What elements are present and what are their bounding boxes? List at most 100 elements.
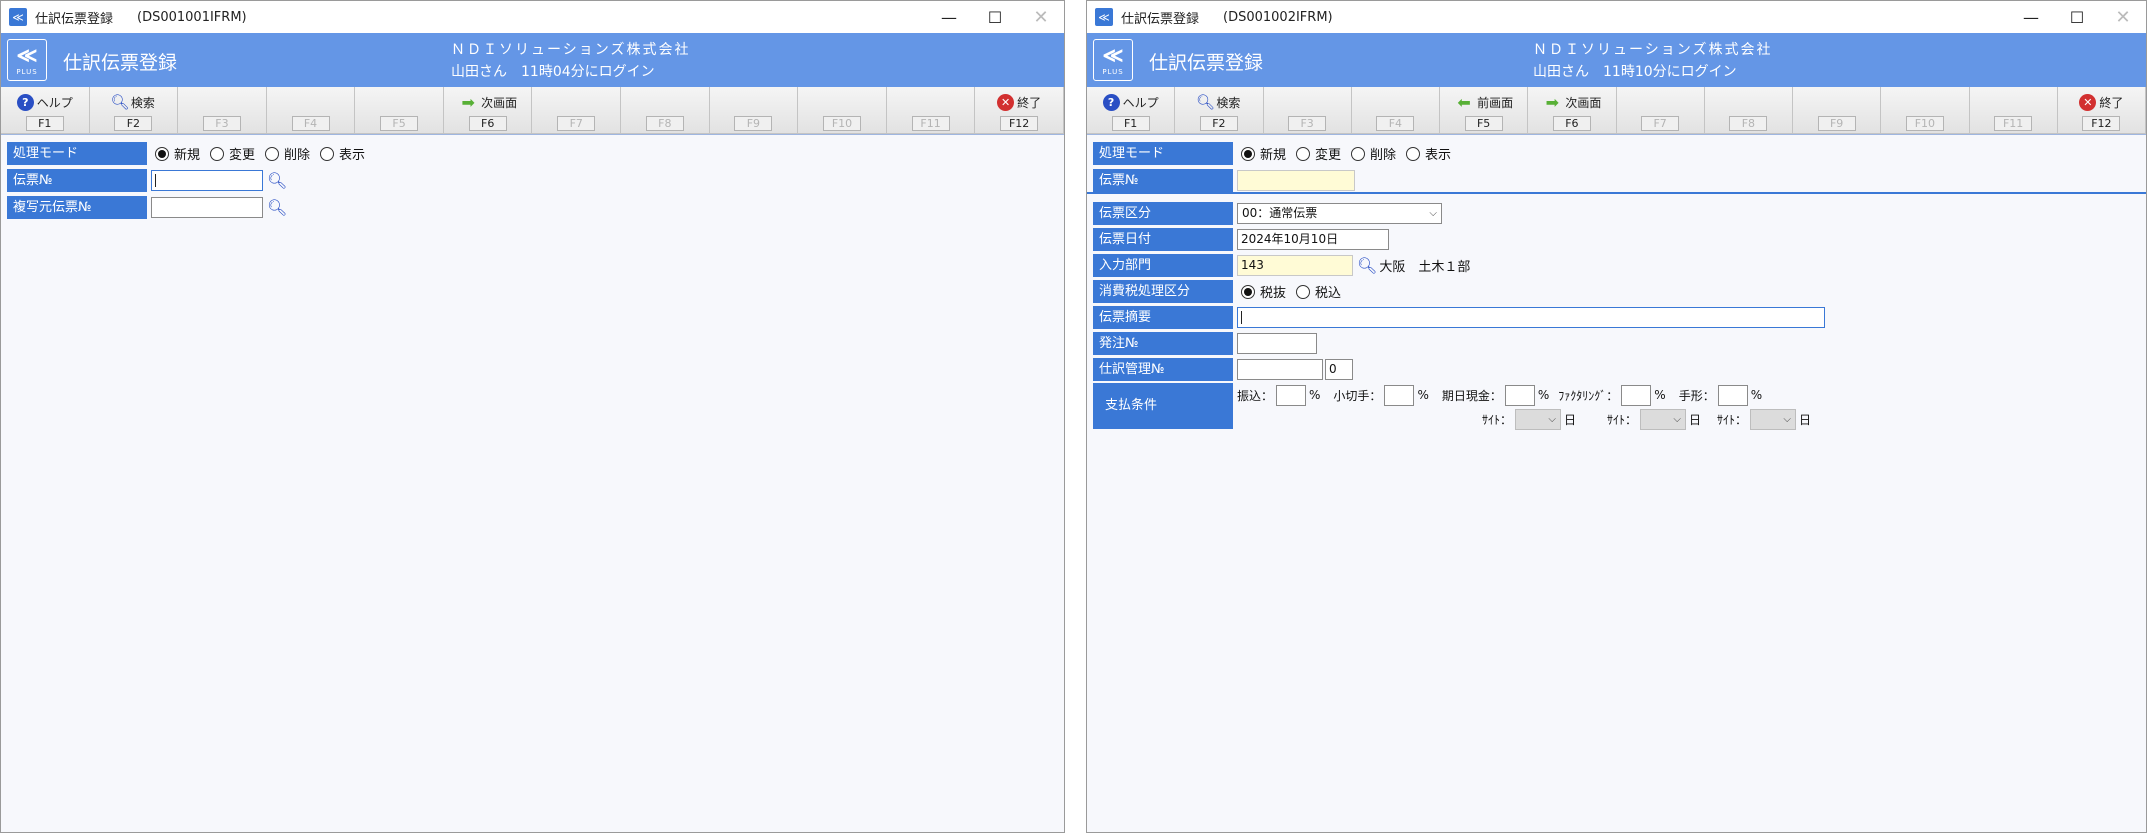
f10-button[interactable]: F10 [798,87,887,134]
tax-inclusive-label: 税込 [1315,286,1342,301]
f1-help-button[interactable]: ? ヘルプ F1 [1087,87,1176,134]
factoring-site-select[interactable]: ⌵ [1640,408,1687,430]
journal-mgmt-sub-input[interactable]: 0 [1325,359,1353,380]
f1-label: ヘルプ [36,95,73,110]
mode-radio-change[interactable]: 変更 [1296,144,1341,163]
voucher-no-input[interactable] [151,170,263,191]
f1-key: F1 [25,116,64,131]
maximize-button[interactable]: ☐ [2054,1,2100,33]
title-bar: ≪ 仕訳伝票登録 (DS001001IFRM) — ☐ ✕ [1,1,1064,33]
f5-button[interactable]: F5 [355,87,444,134]
f9-button[interactable]: F9 [1793,87,1882,134]
f12-label: 終了 [2099,95,2124,110]
cash-site-select[interactable]: ⌵ [1515,408,1562,430]
mode-label: 処理モード [7,142,147,165]
voucher-no-search-icon[interactable]: 🔍︎ [267,171,287,190]
f5-key: F5 [1464,116,1503,131]
f11-button[interactable]: F11 [1969,87,2058,134]
f2-label: 検索 [130,95,155,110]
f12-exit-button[interactable]: ✕ 終了 F12 [2057,87,2146,134]
mode-radio-view[interactable]: 表示 [1406,144,1451,163]
voucher-type-label: 伝票区分 [1093,202,1233,225]
cash-on-due-percent-unit: % [1537,388,1550,402]
company-name: ＮＤＩソリューションズ株式会社 [1533,42,1773,58]
function-key-bar: ? ヘルプ F1 🔍︎ 検索 F2 F3 F4 F5 ➡ 次画面 F6 F7 F8 F… [1,87,1064,135]
f2-search-button[interactable]: 🔍︎ 検索 F2 [1175,87,1264,134]
f8-key: F8 [1729,116,1768,131]
f11-key: F11 [911,116,950,131]
maximize-button[interactable]: ☐ [972,1,1018,33]
f6-next-screen-button[interactable]: ➡ 次画面 F6 [1528,87,1617,134]
function-key-bar: ? ヘルプ F1 🔍︎ 検索 F2 F3 F4 ⬅ 前画面 F5 ➡ 次画面 F6 F7… [1087,87,2146,135]
minimize-button[interactable]: — [926,1,972,33]
f8-button[interactable]: F8 [1704,87,1793,134]
f4-button[interactable]: F4 [266,87,356,134]
minimize-button[interactable]: — [2008,1,2054,33]
window-voucher-entry-1: ≪ 仕訳伝票登録 (DS001001IFRM) — ☐ ✕ ≪ PLUS 仕訳伝票… [0,0,1065,833]
cash-on-due-percent-input[interactable] [1504,384,1535,406]
f4-button[interactable]: F4 [1351,87,1440,134]
cash-site-label: ｻｲﾄ： [1482,412,1513,427]
mode-view-label: 表示 [1425,148,1452,163]
cash-on-due-label: 期日現金： [1441,388,1502,403]
mode-new-label: 新規 [1260,148,1287,163]
f3-button[interactable]: F3 [178,87,267,134]
bill-site-select[interactable]: ⌵ [1750,408,1797,430]
copy-source-search-icon[interactable]: 🔍︎ [267,198,287,217]
f6-label: 次画面 [1565,95,1602,110]
search-icon: 🔍︎ [110,93,130,111]
close-button[interactable]: ✕ [1018,1,1064,33]
f4-key: F4 [1376,116,1415,131]
page-title: 仕訳伝票登録 [63,52,178,74]
mode-radio-delete[interactable]: 削除 [1351,144,1396,163]
chevron-down-icon: ⌵ [1783,413,1792,425]
f1-label: ヘルプ [1122,95,1159,110]
dept-code-input[interactable]: 143 [1237,255,1353,276]
f3-button[interactable]: F3 [1263,87,1352,134]
help-icon: ? [1102,93,1120,111]
mode-radio-view[interactable]: 表示 [320,144,365,163]
f5-prev-screen-button[interactable]: ⬅ 前画面 F5 [1440,87,1529,134]
login-info: 山田さん 11時10分にログイン [1533,64,1737,80]
voucher-type-select[interactable]: 00：通常伝票 ⌵ [1237,203,1442,224]
dept-search-icon[interactable]: 🔍︎ [1357,256,1377,275]
voucher-date-label: 伝票日付 [1093,228,1233,251]
f12-key: F12 [2082,116,2121,131]
tax-radio-inclusive[interactable]: 税込 [1296,282,1341,301]
chevron-down-icon: ⌵ [1673,413,1682,425]
f8-button[interactable]: F8 [621,87,710,134]
f1-help-button[interactable]: ? ヘルプ F1 [1,87,90,134]
page-title: 仕訳伝票登録 [1149,52,1264,74]
payment-label: 支払条件 [1093,383,1233,429]
next-arrow-icon: ➡ [1545,92,1560,112]
voucher-date-input[interactable]: 2024年10月10日 [1237,229,1389,250]
f11-button[interactable]: F11 [886,87,976,134]
mode-radio-change[interactable]: 変更 [210,144,255,163]
factoring-percent-input[interactable] [1621,384,1652,406]
f12-exit-button[interactable]: ✕ 終了 F12 [975,87,1064,134]
f1-key: F1 [1111,116,1150,131]
check-percent-input[interactable] [1384,384,1415,406]
f6-next-screen-button[interactable]: ➡ 次画面 F6 [443,87,533,134]
copy-source-input[interactable] [151,197,263,218]
f7-button[interactable]: F7 [1616,87,1705,134]
logo: ≪ PLUS [7,39,47,81]
tax-radio-exclusive[interactable]: 税抜 [1241,282,1286,301]
f10-button[interactable]: F10 [1881,87,1970,134]
f9-button[interactable]: F9 [709,87,799,134]
summary-input[interactable] [1237,307,1825,328]
bill-percent-input[interactable] [1717,384,1748,406]
mode-radio-new[interactable]: 新規 [1241,144,1286,163]
mode-new-label: 新規 [174,148,201,163]
mode-radio-delete[interactable]: 削除 [265,144,310,163]
exit-icon: ✕ [2079,93,2097,111]
order-no-input[interactable] [1237,333,1317,354]
journal-mgmt-input[interactable] [1237,359,1323,380]
transfer-percent-input[interactable] [1276,384,1307,406]
check-percent-unit: % [1417,388,1429,402]
order-no-label: 発注№ [1093,332,1233,355]
f2-search-button[interactable]: 🔍︎ 検索 F2 [89,87,179,134]
mode-radio-new[interactable]: 新規 [155,144,200,163]
f7-button[interactable]: F7 [532,87,622,134]
close-button[interactable]: ✕ [2100,1,2146,33]
